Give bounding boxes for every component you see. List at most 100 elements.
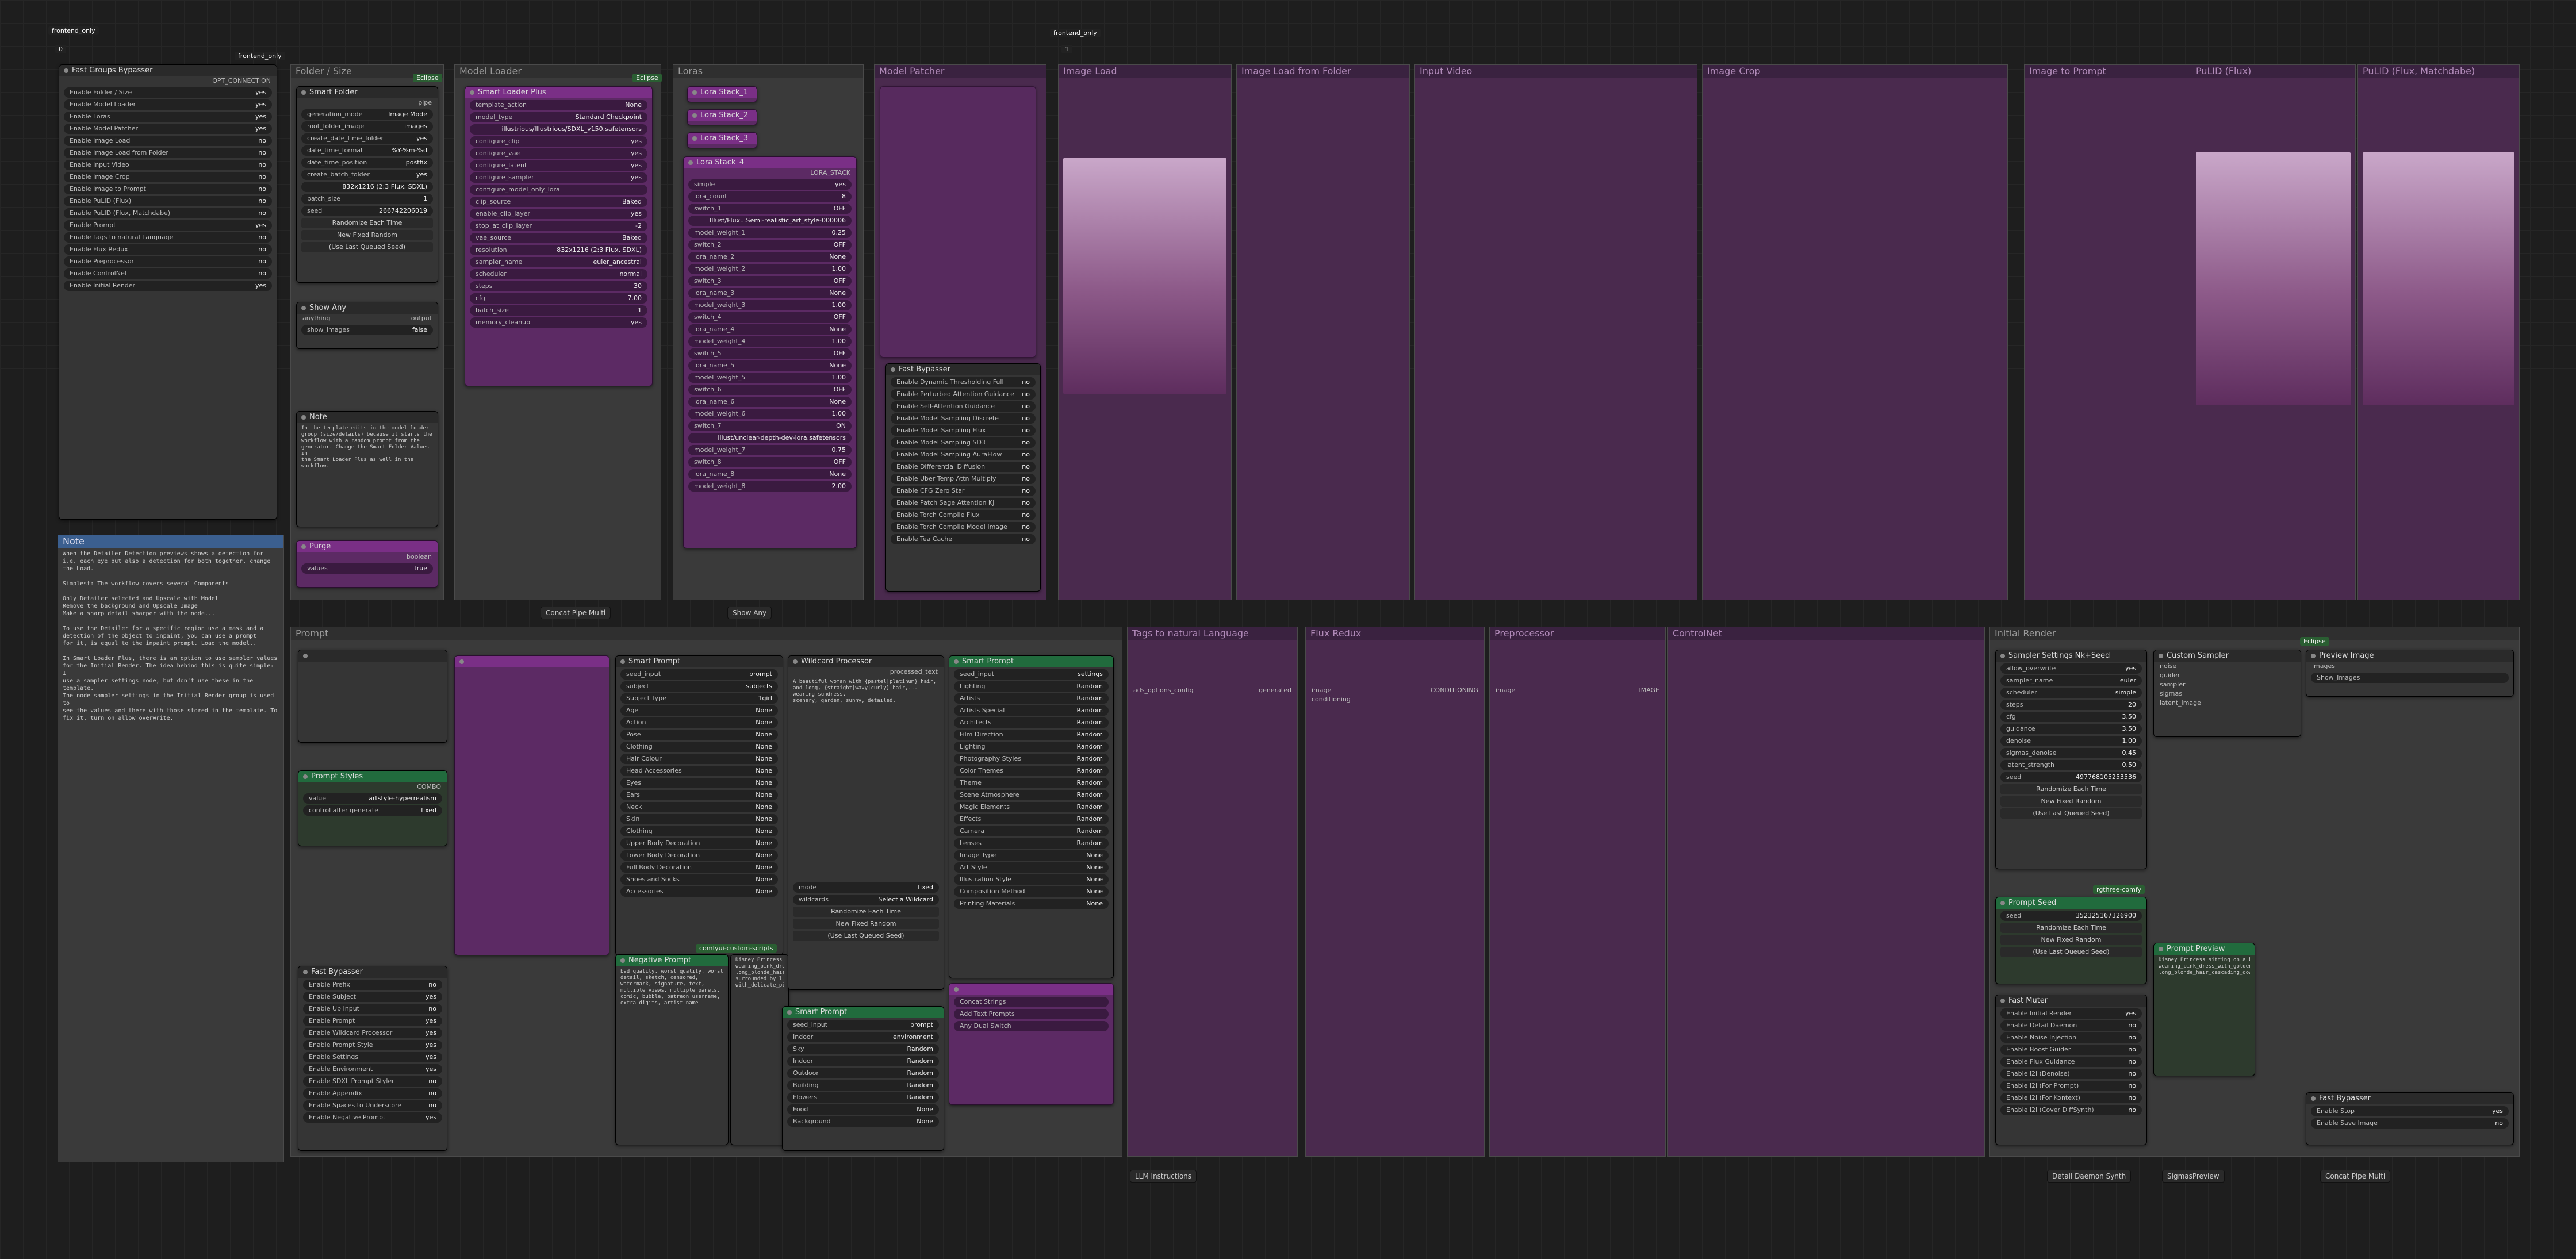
node-title[interactable]: Smart Prompt [616, 656, 783, 667]
widget-row[interactable]: cfg 7.00 [470, 293, 647, 304]
toggle-row[interactable]: Enable Model Patcher yes [64, 124, 272, 134]
node-title[interactable]: Custom Sampler [2154, 650, 2301, 662]
toggle-row[interactable]: Enable i2i (Denoise) no [2000, 1069, 2142, 1079]
widget-row[interactable]: Image Type None [954, 850, 1109, 861]
node-title[interactable]: Preview Image [2306, 650, 2513, 662]
widget-row[interactable]: switch_7 ON [688, 421, 852, 431]
toggle-row[interactable]: Enable Appendix no [303, 1088, 442, 1099]
widget-row[interactable]: Printing Materials None [954, 899, 1109, 909]
widget-row[interactable]: date_time_format %Y-%m-%d [301, 145, 433, 156]
widget-row[interactable]: denoise 1.00 [2000, 736, 2142, 746]
widget-row[interactable]: lora_name_6 None [688, 397, 852, 407]
widget-row[interactable]: Building Random [787, 1080, 939, 1091]
node-title[interactable]: Smart Folder [297, 87, 438, 98]
flux-redux-group[interactable]: Flux Redux image CONDITIONING conditionin… [1305, 627, 1485, 1157]
lora-stack-3[interactable]: Lora Stack_3 [687, 132, 757, 148]
node-title[interactable]: Negative Prompt [616, 955, 728, 966]
toggle-row[interactable]: Enable Model Loader yes [64, 99, 272, 110]
widget-row[interactable]: sigmas_denoise 0.45 [2000, 748, 2142, 758]
toggle-row[interactable]: Enable Flux Redux no [64, 244, 272, 255]
toggle-row[interactable]: Enable SDXL Prompt Styler no [303, 1076, 442, 1087]
widget-row[interactable]: model_weight_3 1.00 [688, 300, 852, 310]
widget-row[interactable]: Illust/Flux...Semi-realistic_art_style-0… [688, 216, 852, 226]
note-text[interactable]: In the template edits in the model loade… [301, 425, 433, 470]
widget-row[interactable]: subject subjects [620, 681, 778, 692]
concat-node[interactable]: Concat Strings Add Text Prompts Any Dual… [949, 983, 1114, 1105]
widget-row[interactable]: Flowers Random [787, 1092, 939, 1103]
widget-row[interactable]: illustrious/Illustrious/SDXL_v150.safete… [470, 124, 647, 135]
toggle-row[interactable]: Enable Model Sampling AuraFlow no [891, 450, 1036, 460]
widget-row[interactable]: scheduler normal [470, 269, 647, 279]
purge-values-toggle[interactable]: values true [301, 563, 433, 574]
node-title[interactable]: Fast Groups Bypasser [59, 65, 277, 76]
positive-text[interactable]: Disney_Princess_sitting_on_a_blue_bench_… [735, 957, 784, 989]
node-canvas[interactable]: frontend_only 0 frontend_only frontend_o… [0, 0, 2576, 1259]
add-text-prompts[interactable]: Add Text Prompts [954, 1009, 1109, 1019]
toggle-row[interactable]: Enable Preprocessor no [64, 256, 272, 267]
widget-row[interactable]: Accessories None [620, 886, 778, 897]
use-last-seed-button[interactable]: (Use Last Queued Seed) [2000, 947, 2142, 957]
prompt-fast-bypasser-node[interactable]: Fast Bypasser Enable Prefix no Enable Subj… [298, 966, 447, 1151]
smart-folder-node[interactable]: Smart Folder pipe generation_mode Image M… [296, 86, 438, 283]
preview-image-node[interactable]: Preview Image images Show_Images [2306, 650, 2514, 697]
new-fixed-random-button[interactable]: New Fixed Random [301, 230, 433, 240]
toggle-row[interactable]: Enable Tea Cache no [891, 534, 1036, 544]
positive-prompt-node[interactable] [454, 655, 610, 955]
randomize-button[interactable]: Randomize Each Time [2000, 923, 2142, 933]
widget-row[interactable]: create_batch_folder yes [301, 170, 433, 180]
group-title[interactable]: Initial Render [1990, 627, 2519, 640]
input-video-group[interactable]: Input Video [1414, 64, 1697, 600]
widget-row[interactable]: Film Direction Random [954, 730, 1109, 740]
show-images-select[interactable]: Show_Images [2311, 673, 2509, 683]
toggle-row[interactable]: Enable Model Sampling Discrete no [891, 413, 1036, 424]
toggle-row[interactable]: Enable Folder / Size yes [64, 87, 272, 98]
show-images-toggle[interactable]: show_images false [301, 325, 433, 335]
wildcards-select[interactable]: wildcards Select a Wildcard [793, 895, 939, 905]
concat-pipe-multi-node[interactable]: Concat Pipe Multi [540, 607, 611, 619]
prompt-seed-node[interactable]: Prompt Seed seed 352325167326900 Randomiz… [1995, 897, 2147, 984]
widget-row[interactable]: date_time_position postfix [301, 158, 433, 168]
string-input-node[interactable] [298, 650, 447, 743]
widget-row[interactable]: configure_model_only_lora [470, 185, 647, 195]
negative-prompt-node[interactable]: Negative Prompt bad quality, worst quali… [615, 954, 729, 1145]
node-title[interactable]: Smart Loader Plus [465, 87, 652, 98]
toggle-row[interactable]: Enable Image Load no [64, 136, 272, 146]
widget-row[interactable]: Theme Random [954, 778, 1109, 788]
custom-sampler-node[interactable]: Custom Sampler noise guider sampler sigmas l… [2153, 650, 2301, 737]
toggle-row[interactable]: Enable Save Image no [2311, 1118, 2509, 1129]
widget-row[interactable]: lora_name_3 None [688, 288, 852, 298]
widget-row[interactable]: Pose None [620, 730, 778, 740]
smart-prompt-settings-node[interactable]: Smart Prompt seed_input settings Lighting R… [949, 655, 1114, 978]
toggle-row[interactable]: Enable Stop yes [2311, 1106, 2509, 1116]
node-title[interactable]: Note [297, 412, 438, 423]
node-title[interactable]: Sampler Settings Nk+Seed [1996, 650, 2146, 662]
prompt-styles-node[interactable]: Prompt Styles COMBO value artstyle-hyperr… [298, 770, 447, 846]
widget-row[interactable]: stop_at_clip_layer -2 [470, 221, 647, 231]
input-port[interactable]: sampler [2154, 680, 2301, 689]
widget-row[interactable]: batch_size 1 [301, 194, 433, 204]
image-crop-group[interactable]: Image Crop [1702, 64, 2008, 600]
widget-row[interactable]: Indoor environment [787, 1032, 939, 1042]
smart-prompt-env-node[interactable]: Smart Prompt seed_input prompt Indoor envir… [782, 1006, 944, 1151]
toggle-row[interactable]: Enable PuLID (Flux) no [64, 196, 272, 206]
widget-row[interactable]: Photography Styles Random [954, 754, 1109, 764]
purge-node[interactable]: Purge boolean values true [296, 540, 438, 588]
node-title[interactable]: Purge [297, 541, 438, 552]
widget-row[interactable]: 832x1216 (2:3 Flux, SDXL) [301, 182, 433, 192]
image-load-group[interactable]: Image Load [1058, 64, 1232, 600]
output-port[interactable]: OPT_CONNECTION [59, 76, 277, 86]
toggle-row[interactable]: Enable Loras yes [64, 112, 272, 122]
widget-row[interactable]: model_weight_2 1.00 [688, 264, 852, 274]
toggle-row[interactable]: Enable Uber Temp Attn Multiply no [891, 474, 1036, 484]
seed-input[interactable]: seed 352325167326900 [2000, 911, 2142, 921]
widget-row[interactable]: model_weight_5 1.00 [688, 373, 852, 383]
toggle-row[interactable]: Enable i2i (For Kontext) no [2000, 1093, 2142, 1103]
widget-row[interactable]: Lenses Random [954, 838, 1109, 849]
fast-groups-bypasser-node[interactable]: Fast Groups Bypasser OPT_CONNECTION Enab… [59, 64, 277, 520]
group-title[interactable]: Tags to natural Language [1128, 627, 1297, 640]
widget-row[interactable]: model_weight_7 0.75 [688, 445, 852, 455]
control-after-generate[interactable]: control after generate fixed [303, 805, 442, 816]
widget-row[interactable]: illust/unclear-depth-dev-lora.safetensor… [688, 433, 852, 443]
toggle-row[interactable]: Enable Perturbed Attention Guidance no [891, 389, 1036, 400]
toggle-row[interactable]: Enable Differential Diffusion no [891, 462, 1036, 472]
